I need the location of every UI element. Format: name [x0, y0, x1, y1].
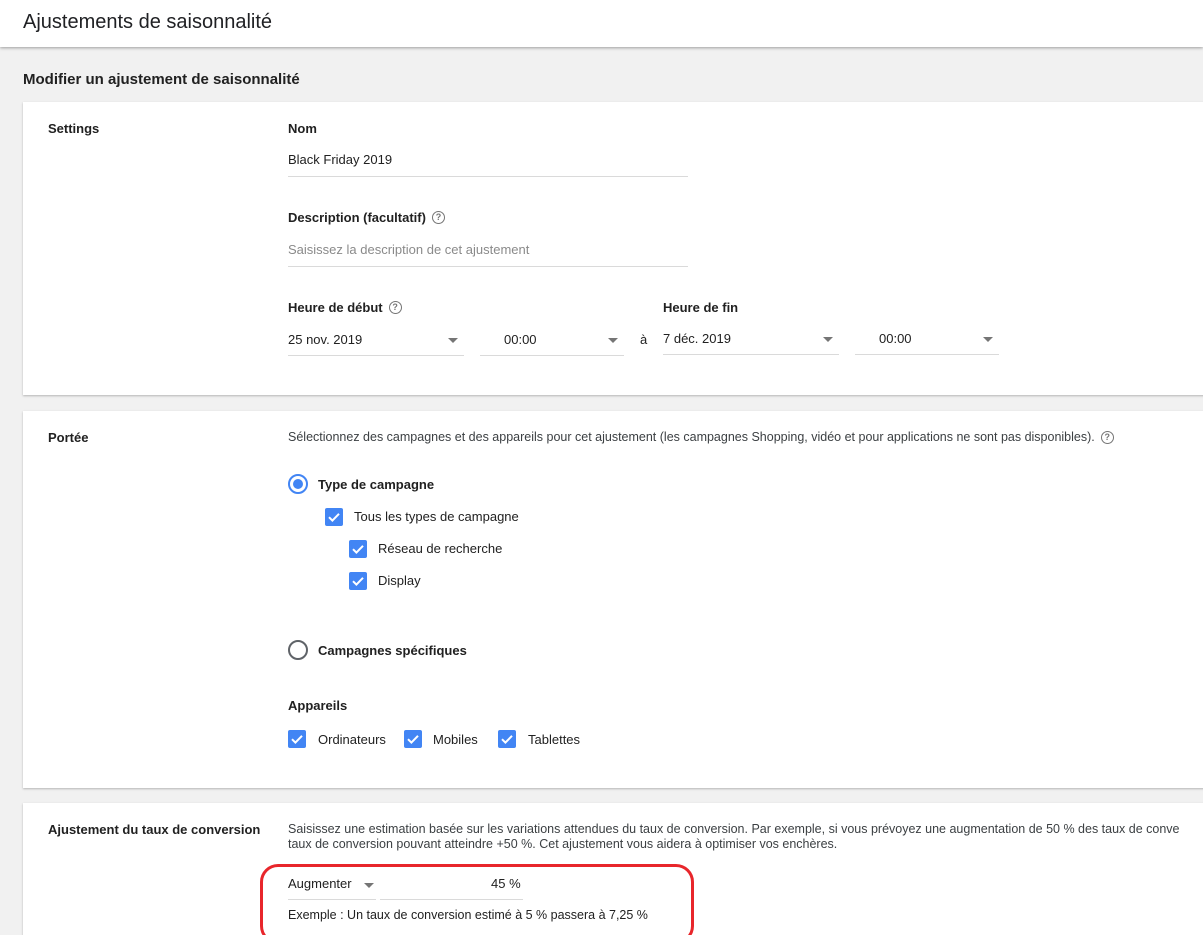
- highlight-annotation: [260, 864, 694, 935]
- device-tablets-label: Tablettes: [528, 732, 581, 747]
- check-icon: [501, 735, 513, 745]
- display-label: Display: [378, 573, 421, 588]
- start-time-label: Heure de début ?: [288, 300, 402, 315]
- check-icon: [352, 577, 364, 587]
- name-label-text: Nom: [288, 121, 317, 136]
- scope-card: Portée Sélectionnez des campagnes et des…: [23, 411, 1203, 788]
- description-label: Description (facultatif) ?: [288, 210, 445, 225]
- to-separator: à: [640, 332, 648, 347]
- help-icon[interactable]: ?: [388, 301, 402, 314]
- scope-section-label: Portée: [48, 430, 89, 445]
- all-types-checkbox[interactable]: [325, 508, 343, 526]
- devices-label: Appareils: [288, 698, 348, 713]
- chevron-down-icon: [608, 338, 618, 343]
- search-network-checkbox[interactable]: [349, 540, 367, 558]
- check-icon: [328, 513, 340, 523]
- name-label: Nom: [288, 121, 317, 136]
- start-time-value: 00:00: [504, 332, 537, 347]
- page-header: Ajustements de saisonnalité: [0, 0, 1203, 47]
- search-network-label: Réseau de recherche: [378, 541, 503, 556]
- specific-campaigns-label: Campagnes spécifiques: [318, 643, 467, 658]
- conversion-description-line2: taux de conversion pouvant atteindre +50…: [288, 837, 838, 851]
- device-computers-label: Ordinateurs: [318, 732, 386, 747]
- end-time-value: 00:00: [879, 331, 912, 346]
- name-input[interactable]: Black Friday 2019: [288, 152, 688, 177]
- all-types-label: Tous les types de campagne: [354, 509, 519, 524]
- end-time-label: Heure de fin: [663, 300, 738, 315]
- check-icon: [352, 545, 364, 555]
- end-date-value: 7 déc. 2019: [663, 331, 731, 346]
- conversion-section-label: Ajustement du taux de conversion: [48, 822, 261, 837]
- device-computers-checkbox[interactable]: [288, 730, 306, 748]
- page-subtitle: Modifier un ajustement de saisonnalité: [23, 71, 300, 88]
- check-icon: [407, 735, 419, 745]
- help-icon[interactable]: ?: [431, 211, 445, 224]
- scope-description: Sélectionnez des campagnes et des appare…: [288, 430, 1114, 445]
- page-title: Ajustements de saisonnalité: [23, 11, 273, 33]
- start-date-select[interactable]: 25 nov. 2019: [288, 332, 464, 356]
- device-tablets-checkbox[interactable]: [498, 730, 516, 748]
- scope-description-text: Sélectionnez des campagnes et des appare…: [288, 430, 1095, 444]
- specific-campaigns-radio[interactable]: [288, 640, 308, 660]
- check-icon: [291, 735, 303, 745]
- chevron-down-icon: [823, 337, 833, 342]
- campaign-type-radio[interactable]: [288, 474, 308, 494]
- start-date-value: 25 nov. 2019: [288, 332, 363, 347]
- end-time-select[interactable]: 00:00: [855, 331, 999, 355]
- start-time-label-text: Heure de début: [288, 300, 383, 315]
- description-label-text: Description (facultatif): [288, 210, 426, 225]
- display-checkbox[interactable]: [349, 572, 367, 590]
- chevron-down-icon: [983, 337, 993, 342]
- campaign-type-label: Type de campagne: [318, 477, 435, 492]
- device-mobiles-checkbox[interactable]: [404, 730, 422, 748]
- end-date-select[interactable]: 7 déc. 2019: [663, 331, 839, 355]
- device-mobiles-label: Mobiles: [433, 732, 478, 747]
- settings-card: Settings Nom Black Friday 2019 Descripti…: [23, 102, 1203, 395]
- start-time-select[interactable]: 00:00: [480, 332, 624, 356]
- description-input[interactable]: Saisissez la description de cet ajusteme…: [288, 242, 688, 267]
- chevron-down-icon: [448, 338, 458, 343]
- settings-section-label: Settings: [48, 121, 100, 136]
- conversion-description-line1: Saisissez une estimation basée sur les v…: [288, 822, 1180, 836]
- help-icon[interactable]: ?: [1100, 431, 1114, 444]
- end-time-label-text: Heure de fin: [663, 300, 739, 315]
